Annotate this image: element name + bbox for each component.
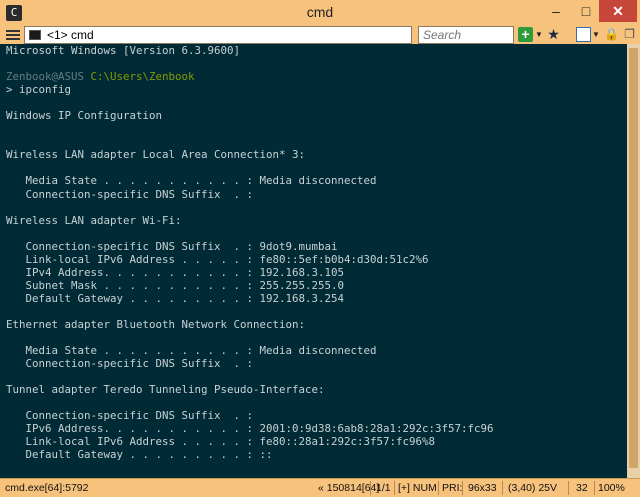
search-input[interactable] xyxy=(418,26,514,44)
chevron-down-icon[interactable]: ▼ xyxy=(534,27,544,42)
status-priority[interactable]: PRI: xyxy=(442,482,462,494)
prompt-user: Zenbook@ASUS xyxy=(6,70,85,84)
console-output: Windows IP Configuration Wireless LAN ad… xyxy=(6,109,494,462)
status-zoom[interactable]: 100% xyxy=(598,482,625,494)
console-prompt: Zenbook@ASUS C:\Users\Zenbook xyxy=(0,70,627,83)
status-console-index[interactable]: 1/1 xyxy=(376,482,391,494)
title-bar[interactable]: C cmd – □ ✕ xyxy=(0,0,640,26)
menu-icon[interactable] xyxy=(6,28,20,40)
tab-cmd[interactable]: <1> cmd xyxy=(24,26,412,44)
new-console-icon[interactable]: + xyxy=(518,27,533,42)
status-cursor[interactable]: (3,40) 25V xyxy=(508,482,557,494)
prompt-path: C:\Users\Zenbook xyxy=(90,70,195,84)
scrollbar[interactable] xyxy=(627,44,640,478)
status-size[interactable]: 96x33 xyxy=(468,482,497,494)
tab-label: <1> cmd xyxy=(47,28,94,42)
close-button[interactable]: ✕ xyxy=(599,0,637,22)
status-bar: cmd.exe[64]:5792 « 150814[64] 1/1 [+] NU… xyxy=(0,478,640,497)
scrollbar-thumb[interactable] xyxy=(629,48,638,468)
lock-icon[interactable]: 🔒 xyxy=(604,27,619,42)
star-icon[interactable]: ★ xyxy=(546,27,561,42)
status-count[interactable]: 32 xyxy=(576,482,588,494)
console-command: > ipconfig xyxy=(6,83,72,97)
copy-icon[interactable]: ❐ xyxy=(622,27,637,42)
console-line: Microsoft Windows [Version 6.3.9600] xyxy=(6,44,241,57)
status-process: cmd.exe[64]:5792 xyxy=(5,482,89,494)
chevron-down-icon[interactable]: ▼ xyxy=(591,27,601,42)
minimize-button[interactable]: – xyxy=(542,0,570,22)
toolbar: <1> cmd + ▼ ★ ▼ 🔒 ❐ xyxy=(0,26,640,44)
console-icon xyxy=(29,30,41,40)
console-area[interactable]: Microsoft Windows [Version 6.3.9600] Zen… xyxy=(0,44,627,478)
status-flags[interactable]: [+] NUM xyxy=(398,482,437,494)
console-line xyxy=(0,57,627,70)
view-icon[interactable] xyxy=(576,27,591,42)
console-line xyxy=(0,96,627,109)
maximize-button[interactable]: □ xyxy=(572,0,600,22)
conemu-window: C cmd – □ ✕ <1> cmd + ▼ ★ ▼ 🔒 ❐ Microsof… xyxy=(0,0,640,497)
